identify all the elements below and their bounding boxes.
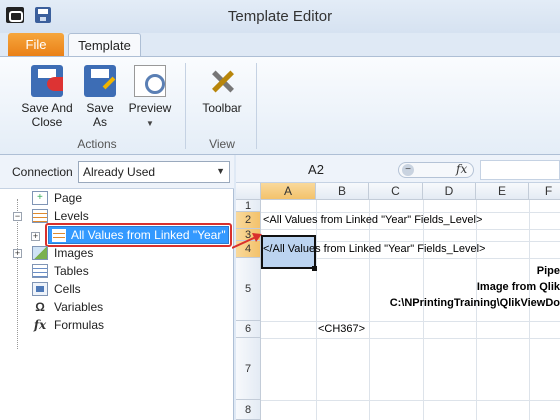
expand-icon[interactable]: +: [13, 249, 22, 258]
grid-line: [261, 338, 560, 339]
images-icon: [32, 246, 48, 260]
column-header[interactable]: A: [261, 183, 316, 200]
omega-icon: Ω: [35, 300, 45, 314]
column-header[interactable]: D: [423, 183, 476, 200]
tree-item-selected-level-label: All Values from Linked "Year": [71, 228, 226, 242]
insert-function-icon[interactable]: fx: [456, 162, 467, 176]
cell-row5-line2: Image from Qlik: [476, 281, 560, 293]
save-and-close-button[interactable]: Save And Close: [14, 65, 80, 129]
name-box[interactable]: A2: [238, 160, 394, 180]
connection-label: Connection: [12, 165, 73, 179]
level-icon: [52, 229, 66, 242]
preview-label: Preview: [128, 101, 172, 115]
save-as-label-line2: As: [92, 115, 107, 129]
tree-item-page-label: Page: [54, 191, 83, 205]
ribbon-divider: [256, 63, 257, 149]
tab-file[interactable]: File: [8, 33, 64, 57]
ribbon-divider: [185, 63, 186, 149]
expand-icon[interactable]: +: [31, 232, 40, 241]
grid-line: [261, 212, 560, 213]
column-header[interactable]: C: [369, 183, 423, 200]
sheet-grid[interactable]: A B C D E F 1 2 3 4 5 6 7 8 <All Values …: [236, 183, 560, 420]
function-icon: fx: [33, 318, 47, 332]
column-header[interactable]: F: [529, 183, 560, 200]
row-header[interactable]: 2: [236, 212, 261, 229]
ribbon: Save And Close Save As Preview ▼ Actions…: [0, 56, 560, 155]
grid-line: [261, 400, 560, 401]
levels-icon: [32, 209, 48, 223]
save-as-label-line1: Save: [86, 101, 114, 115]
grid-line: [261, 321, 560, 322]
row-header[interactable]: 5: [236, 258, 261, 321]
chevron-down-icon: ▼: [146, 119, 154, 128]
formula-input[interactable]: [480, 160, 560, 180]
select-all-corner[interactable]: [236, 183, 261, 200]
connection-bar: Connection Already Used ▼: [0, 155, 234, 189]
save-and-close-label-line1: Save And: [21, 101, 73, 115]
tree-item-formulas[interactable]: fx Formulas: [32, 316, 104, 334]
tab-template[interactable]: Template: [68, 33, 141, 58]
cell-row5-line1: Pipe: [536, 265, 560, 277]
tree-item-images-label: Images: [54, 246, 94, 260]
tree-item-variables-label: Variables: [54, 300, 104, 314]
spreadsheet-panel: A2 − fx A B C D E F 1 2 3 4 5 6 7 8 <All…: [236, 155, 560, 420]
cells-icon: [32, 282, 48, 296]
collapse-formula-icon[interactable]: −: [402, 164, 414, 176]
tree-item-cells[interactable]: Cells: [32, 280, 81, 298]
page-icon: [32, 189, 48, 207]
image-placeholder-block[interactable]: Pipe Image from Qlik C:\NPrintingTrainin…: [356, 263, 560, 317]
grid-line: [261, 229, 560, 230]
connection-select[interactable]: Already Used ▼: [78, 161, 230, 183]
tree-item-images[interactable]: Images: [32, 244, 93, 262]
connection-value: Already Used: [83, 165, 156, 179]
tables-icon: [32, 264, 48, 278]
annotation-arrow: [232, 233, 262, 249]
tree-item-levels-label: Levels: [54, 209, 89, 223]
toolbar-label: Toolbar: [202, 101, 242, 115]
ribbon-tabs: File Template: [0, 33, 560, 58]
tree-item-selected-level[interactable]: All Values from Linked "Year": [48, 226, 229, 244]
row-header[interactable]: 6: [236, 321, 261, 338]
save-as-button[interactable]: Save As: [80, 65, 120, 129]
preview-icon: [134, 65, 166, 97]
cell-b6[interactable]: <CH367>: [318, 323, 365, 335]
cell-row5-line3: C:\NPrintingTraining\QlikViewDo: [389, 297, 560, 309]
fill-handle[interactable]: [312, 266, 317, 271]
tree-item-tables-label: Tables: [54, 264, 89, 278]
row-header[interactable]: 1: [236, 200, 261, 212]
column-header[interactable]: B: [316, 183, 369, 200]
save-as-icon: [84, 65, 116, 97]
view-group-label: View: [209, 137, 235, 151]
template-tree-panel: Connection Already Used ▼ Page − Levels …: [0, 155, 234, 420]
column-header[interactable]: E: [476, 183, 529, 200]
cell-a2[interactable]: <All Values from Linked "Year" Fields_Le…: [263, 214, 482, 226]
tree-item-tables[interactable]: Tables: [32, 262, 89, 280]
actions-group-label: Actions: [77, 137, 117, 151]
collapse-icon[interactable]: −: [13, 212, 22, 221]
save-and-close-label-line2: Close: [31, 115, 63, 129]
cell-a4[interactable]: </All Values from Linked "Year" Fields_L…: [263, 243, 485, 255]
toolbar-button[interactable]: Toolbar: [196, 65, 248, 115]
window-title: Template Editor: [227, 8, 333, 25]
save-and-close-icon: [31, 65, 63, 97]
grid-line: [316, 200, 317, 420]
tree-item-cells-label: Cells: [54, 282, 81, 296]
tree-item-formulas-label: Formulas: [54, 318, 105, 332]
tree-item-variables[interactable]: Ω Variables: [32, 298, 103, 316]
tree-item-page[interactable]: Page: [32, 189, 82, 207]
preview-button[interactable]: Preview ▼: [124, 65, 176, 131]
formula-bar: A2 − fx: [236, 155, 560, 183]
row-header[interactable]: 8: [236, 400, 261, 420]
formula-controls: − fx: [398, 160, 478, 180]
title-bar: Template Editor: [0, 0, 560, 33]
tree-connector: [17, 199, 18, 349]
row-header[interactable]: 7: [236, 338, 261, 400]
tools-icon: [206, 65, 238, 97]
chevron-down-icon: ▼: [216, 166, 225, 176]
